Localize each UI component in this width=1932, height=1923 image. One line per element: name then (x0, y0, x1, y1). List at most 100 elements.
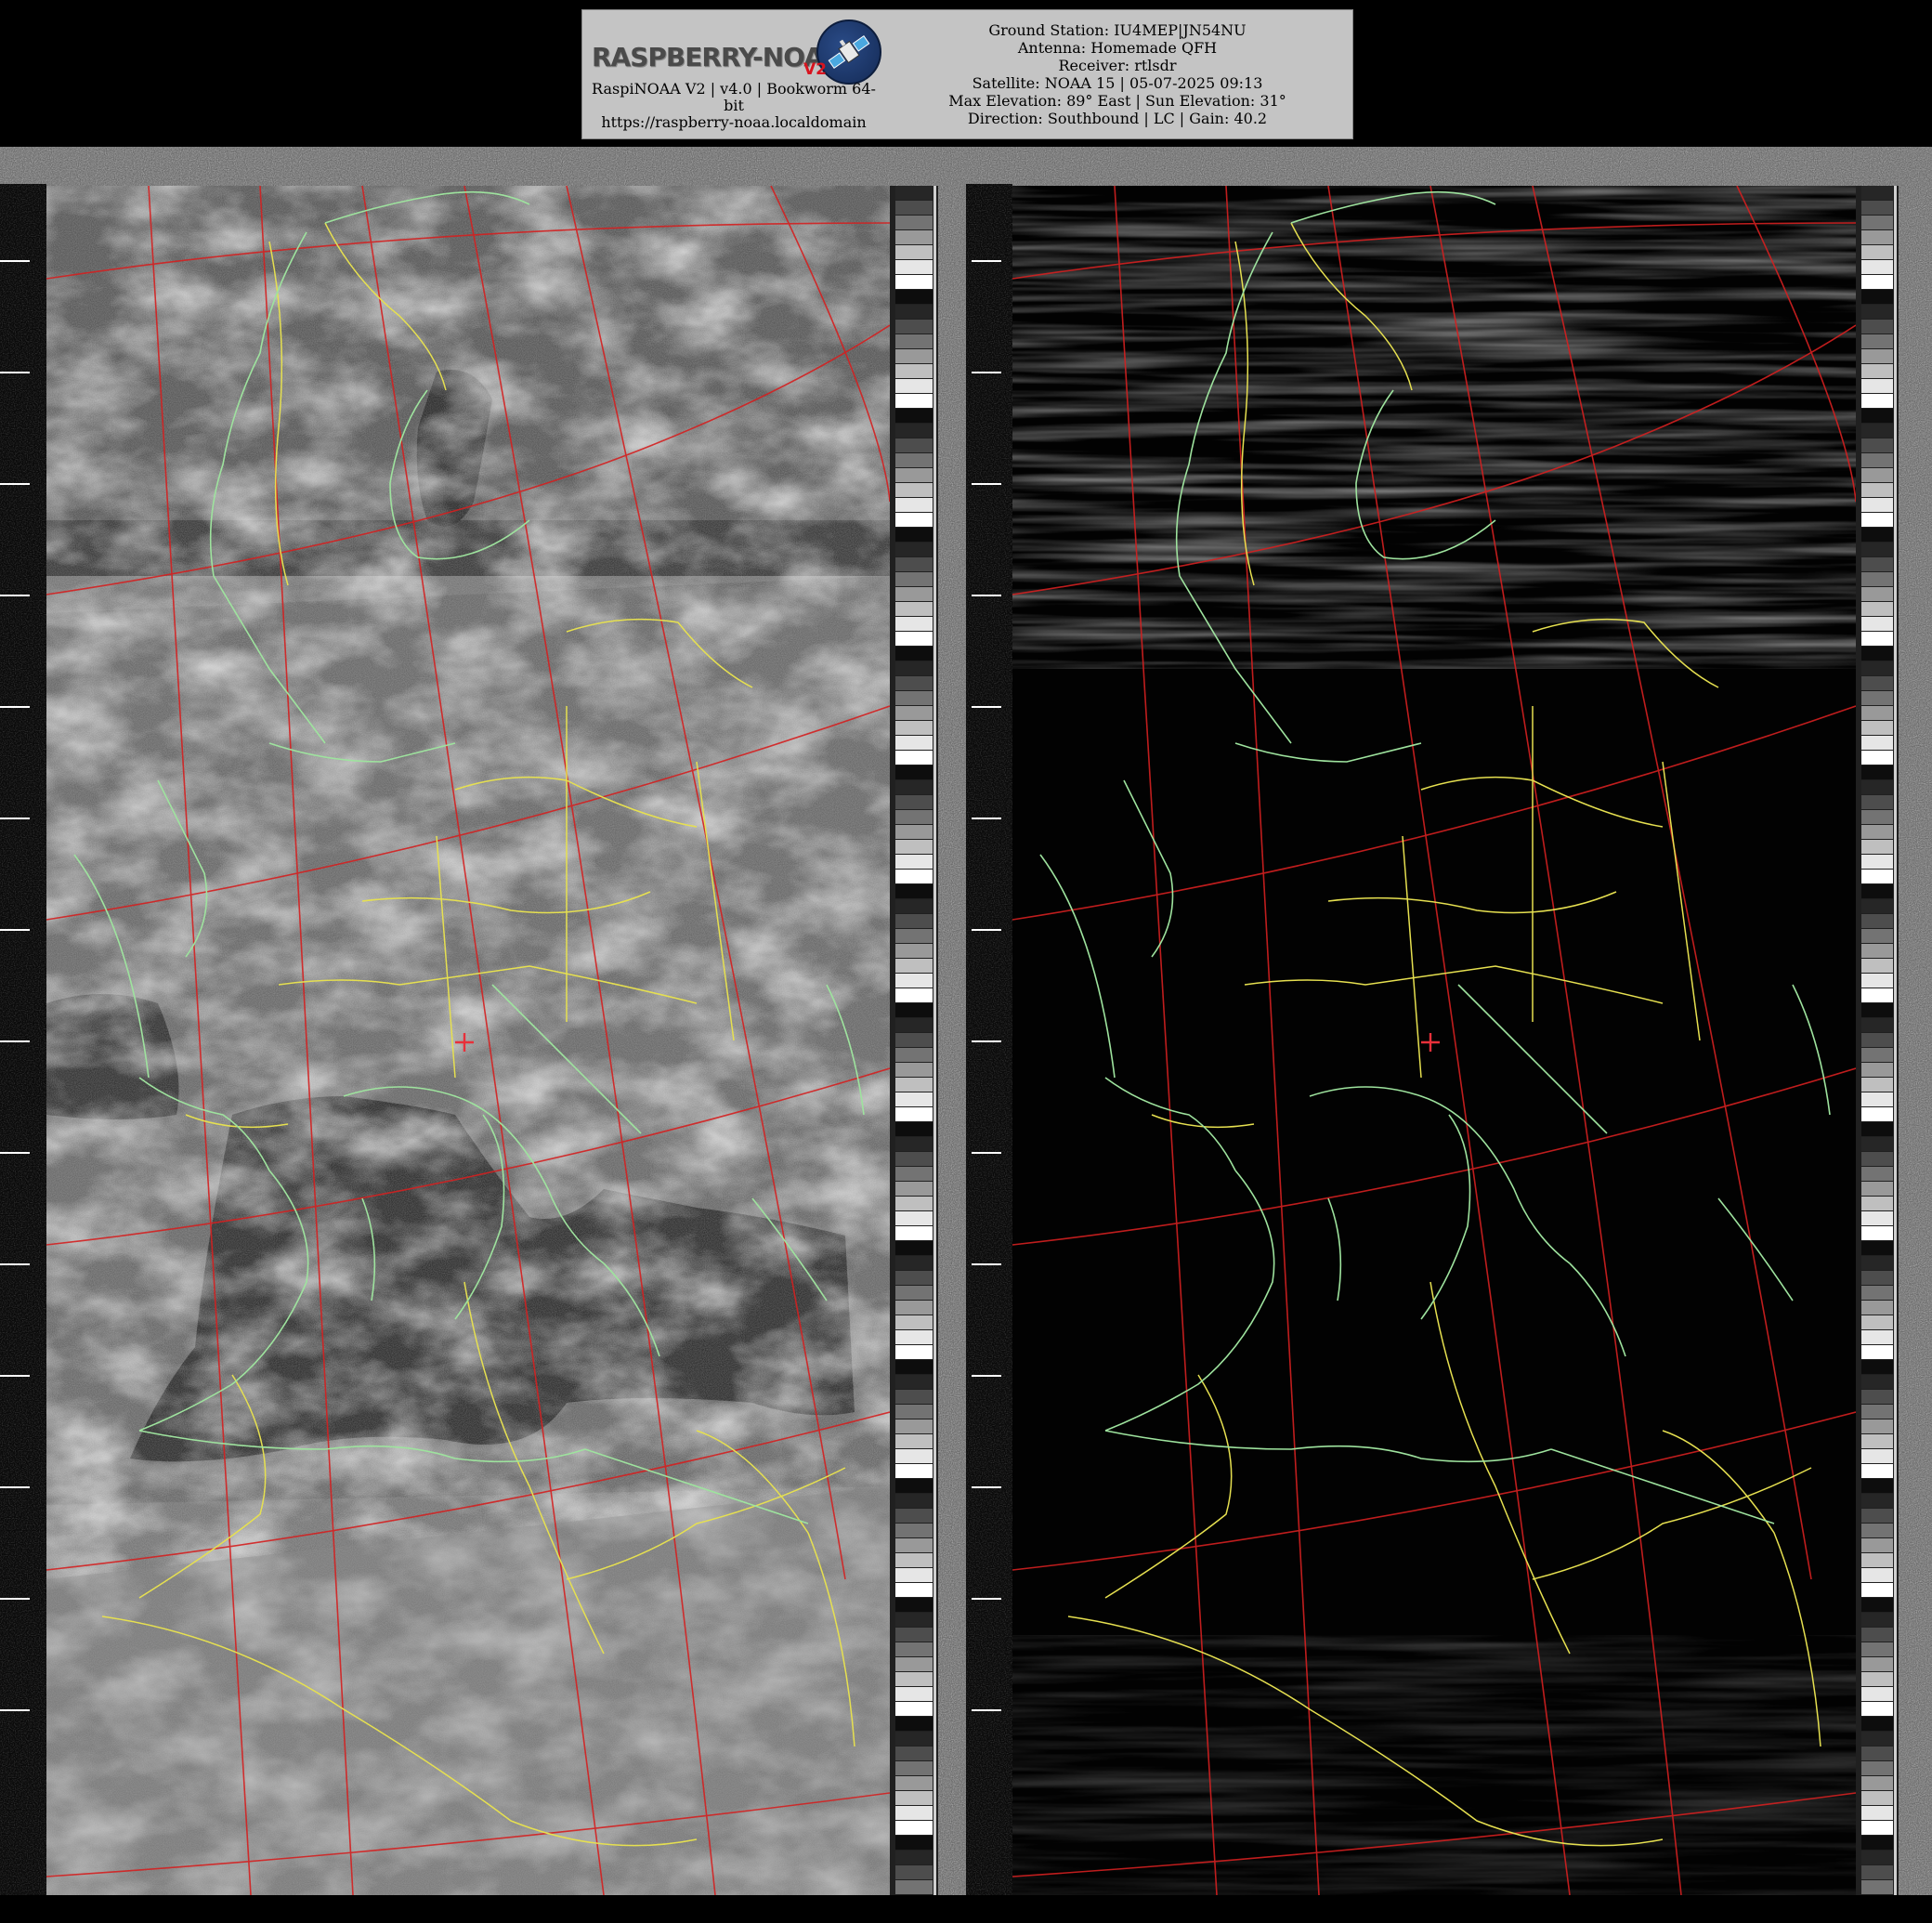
telemetry-wedge (1861, 929, 1893, 943)
telemetry-wedge (895, 1524, 933, 1537)
telemetry-wedge (1861, 201, 1893, 215)
telemetry-wedge (1861, 1167, 1893, 1181)
telemetry-wedge (1861, 1286, 1893, 1300)
telemetry-wedge (895, 810, 933, 824)
telemetry-wedge (1861, 1271, 1893, 1285)
telemetry-wedge (895, 275, 933, 289)
telemetry-wedge (895, 1390, 933, 1404)
telemetry-wedge (1861, 1761, 1893, 1775)
telemetry-wedge (895, 765, 933, 779)
telemetry-wedge (895, 513, 933, 527)
telemetry-wedge (895, 1018, 933, 1032)
telemetry-wedge (895, 884, 933, 898)
telemetry-wedge (1861, 1851, 1893, 1864)
telemetry-wedge (895, 1226, 933, 1240)
telemetry-wedge (895, 498, 933, 512)
telemetry-wedge (895, 1286, 933, 1300)
telemetry-wedge (895, 914, 933, 928)
telemetry-wedge (895, 1791, 933, 1805)
satellite-line: Satellite: NOAA 15 | 05-07-2025 09:13 (972, 74, 1263, 92)
telemetry-wedge (895, 602, 933, 616)
telemetry-wedge (1861, 1613, 1893, 1627)
telemetry-wedge (1861, 1821, 1893, 1835)
telemetry-wedge (1861, 974, 1893, 988)
telemetry-wedge (895, 364, 933, 378)
telemetry-wedge (895, 944, 933, 958)
telemetry-wedge (1861, 1256, 1893, 1270)
telemetry-wedge (1861, 1672, 1893, 1686)
telemetry-wedge (1861, 1479, 1893, 1493)
telemetry-wedge (1861, 543, 1893, 556)
telemetry-wedge (895, 1063, 933, 1077)
telemetry-wedge (895, 1449, 933, 1463)
telemetry-wedge (895, 468, 933, 482)
telemetry-wedge (1861, 1122, 1893, 1136)
telemetry-wedge (1861, 1360, 1893, 1374)
telemetry-wedge (1861, 1524, 1893, 1537)
telemetry-wedge (895, 751, 933, 765)
telemetry-wedge (895, 1642, 933, 1656)
telemetry-wedge (1861, 1315, 1893, 1329)
telemetry-wedge (895, 424, 933, 438)
telemetry-wedge (895, 661, 933, 675)
telemetry-wedge (895, 1568, 933, 1582)
telemetry-wedge (895, 186, 933, 200)
telemetry-wedge (895, 1271, 933, 1285)
telemetry-wedge (895, 929, 933, 943)
telemetry-wedge (895, 1836, 933, 1850)
telemetry-wedge (1861, 364, 1893, 378)
telemetry-wedge (895, 1107, 933, 1121)
telemetry-wedge (895, 1241, 933, 1255)
telemetry-wedge (895, 557, 933, 571)
telemetry-wedge (895, 438, 933, 452)
telemetry-wedge (1861, 1642, 1893, 1656)
telemetry-wedge (895, 647, 933, 661)
telemetry-wedge (895, 1776, 933, 1790)
telemetry-wedge (895, 1880, 933, 1894)
channel-a-telemetry-strip (890, 186, 938, 1895)
telemetry-wedge (1861, 661, 1893, 675)
telemetry-wedge (1861, 1687, 1893, 1701)
telemetry-wedge (895, 959, 933, 973)
software-line-2: bit (724, 97, 744, 114)
pass-details: Ground Station: IU4MEP|JN54NU Antenna: H… (885, 21, 1350, 127)
telemetry-wedge (1861, 706, 1893, 720)
telemetry-wedge (895, 216, 933, 229)
telemetry-wedge (1861, 1732, 1893, 1746)
telemetry-wedge (1861, 230, 1893, 244)
telemetry-wedge (1861, 1107, 1893, 1121)
telemetry-wedge (1861, 572, 1893, 586)
telemetry-wedge (1861, 1197, 1893, 1210)
telemetry-wedge (895, 305, 933, 319)
telemetry-wedge (895, 528, 933, 542)
telemetry-wedge (895, 1494, 933, 1508)
telemetry-wedge (1861, 379, 1893, 393)
telemetry-wedge (895, 632, 933, 646)
antenna-line: Antenna: Homemade QFH (1017, 39, 1218, 57)
telemetry-wedge (1861, 1509, 1893, 1523)
channel-b-telemetry-strip (1856, 186, 1899, 1895)
telemetry-wedge (895, 1806, 933, 1820)
telemetry-wedge (895, 706, 933, 720)
telemetry-wedge (895, 691, 933, 705)
telemetry-wedge (1861, 1538, 1893, 1552)
telemetry-wedge (895, 676, 933, 690)
telemetry-wedge (1861, 1405, 1893, 1419)
telemetry-wedge (1861, 632, 1893, 646)
telemetry-wedge (1861, 825, 1893, 839)
telemetry-wedge (895, 855, 933, 869)
telemetry-wedge (1861, 1553, 1893, 1567)
telemetry-wedge (1861, 587, 1893, 601)
telemetry-wedge (895, 1732, 933, 1746)
channel-a-visible-image (46, 186, 890, 1895)
telemetry-wedge (1861, 765, 1893, 779)
telemetry-wedge (1861, 424, 1893, 438)
telemetry-wedge (1861, 1078, 1893, 1092)
telemetry-wedge (895, 1122, 933, 1136)
telemetry-wedge (895, 1137, 933, 1151)
telemetry-wedge (1861, 751, 1893, 765)
telemetry-wedge (1861, 899, 1893, 913)
telemetry-wedge (895, 1048, 933, 1062)
ground-station-line: Ground Station: IU4MEP|JN54NU (988, 21, 1247, 39)
channel-b-infrared-image (1012, 186, 1856, 1895)
